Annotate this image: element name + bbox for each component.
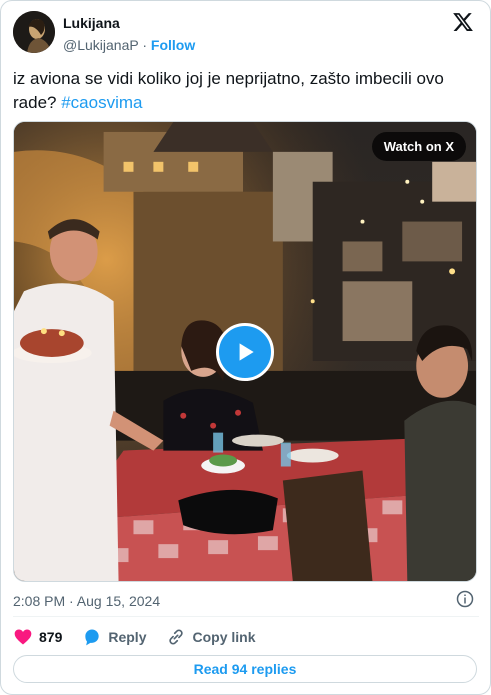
tweet-timestamp[interactable]: 2:08 PM · Aug 15, 2024: [13, 593, 160, 609]
author-handle[interactable]: @LukijanaP: [63, 37, 138, 53]
heart-icon: [14, 629, 32, 645]
x-logo-icon[interactable]: [452, 11, 474, 33]
like-button[interactable]: 879: [13, 627, 62, 647]
link-icon: [169, 629, 184, 645]
copy-link-button[interactable]: Copy link: [166, 627, 256, 647]
reply-label: Reply: [108, 629, 147, 645]
tweet-card: Lukijana @LukijanaP · Follow iz aviona s…: [0, 0, 491, 695]
hashtag-link[interactable]: #caosvima: [61, 93, 142, 112]
reply-bubble-icon: [85, 629, 100, 646]
like-count: 879: [39, 629, 63, 645]
author-name[interactable]: Lukijana: [63, 15, 120, 31]
play-icon: [239, 343, 254, 361]
video-media[interactable]: Watch on X: [13, 121, 477, 582]
avatar-image: [13, 11, 55, 53]
handle-separator: ·: [142, 37, 148, 53]
author-handle-line: @LukijanaP · Follow: [63, 37, 195, 53]
copy-link-label: Copy link: [192, 629, 256, 645]
follow-button[interactable]: Follow: [151, 37, 195, 53]
play-button[interactable]: [216, 323, 274, 381]
author-avatar[interactable]: [13, 11, 55, 53]
info-icon[interactable]: [456, 590, 474, 608]
reply-button[interactable]: Reply: [82, 627, 146, 647]
watch-on-x-button[interactable]: Watch on X: [371, 132, 466, 161]
tweet-text: iz aviona se vidi koliko joj je neprijat…: [13, 67, 483, 115]
action-bar: 879 Reply Copy link: [13, 625, 276, 649]
read-replies-button[interactable]: Read 94 replies: [13, 655, 477, 683]
divider: [13, 616, 479, 617]
